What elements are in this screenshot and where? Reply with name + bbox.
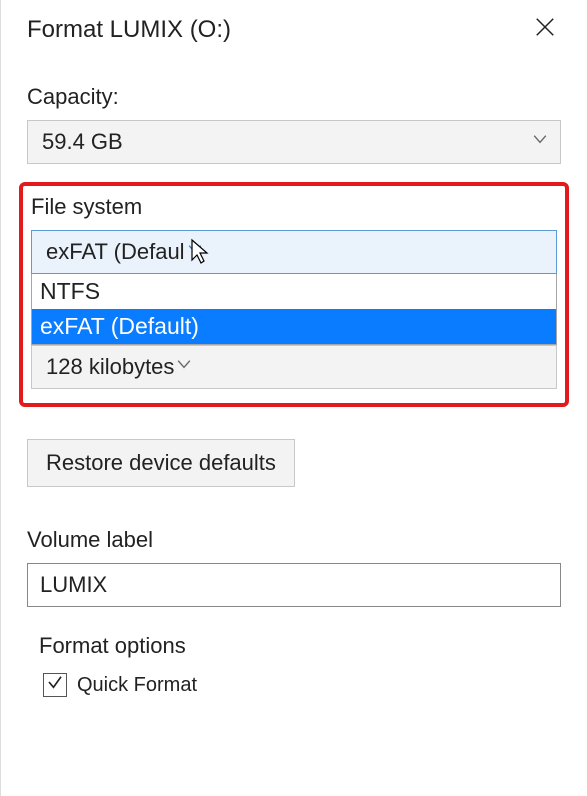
close-button[interactable]	[527, 12, 563, 48]
dialog-body: Capacity: 59.4 GB File system exFAT (Def…	[1, 56, 587, 707]
capacity-select[interactable]: 59.4 GB	[27, 120, 561, 164]
filesystem-label: File system	[31, 194, 557, 220]
filesystem-value: exFAT (Defaul	[46, 239, 185, 265]
filesystem-select[interactable]: exFAT (Defaul	[31, 230, 557, 274]
volume-label-input[interactable]	[27, 563, 561, 607]
chevron-down-icon	[174, 354, 194, 380]
allocation-value: 128 kilobytes	[46, 354, 174, 380]
format-options-group: Format options Quick Format	[27, 633, 561, 697]
close-icon	[534, 16, 556, 44]
restore-defaults-button[interactable]: Restore device defaults	[27, 439, 295, 487]
chevron-down-icon	[185, 239, 205, 265]
format-dialog: Format LUMIX (O:) Capacity: 59.4 GB File…	[0, 0, 587, 796]
capacity-label: Capacity:	[27, 84, 561, 110]
allocation-select[interactable]: 128 kilobytes	[31, 345, 557, 389]
quick-format-row: Quick Format	[39, 673, 561, 697]
filesystem-option-exfat[interactable]: exFAT (Default)	[32, 309, 556, 344]
dialog-title: Format LUMIX (O:)	[27, 16, 231, 44]
filesystem-highlight: File system exFAT (Defaul NTFS exFAT (De…	[19, 182, 569, 407]
chevron-down-icon	[530, 129, 550, 155]
titlebar: Format LUMIX (O:)	[1, 0, 587, 56]
capacity-value: 59.4 GB	[42, 129, 123, 155]
quick-format-checkbox[interactable]	[43, 673, 67, 697]
check-icon	[46, 673, 64, 697]
filesystem-dropdown: NTFS exFAT (Default)	[31, 274, 557, 345]
quick-format-label: Quick Format	[77, 674, 197, 697]
volume-label-label: Volume label	[27, 527, 561, 553]
filesystem-option-ntfs[interactable]: NTFS	[32, 274, 556, 309]
format-options-label: Format options	[39, 633, 561, 659]
